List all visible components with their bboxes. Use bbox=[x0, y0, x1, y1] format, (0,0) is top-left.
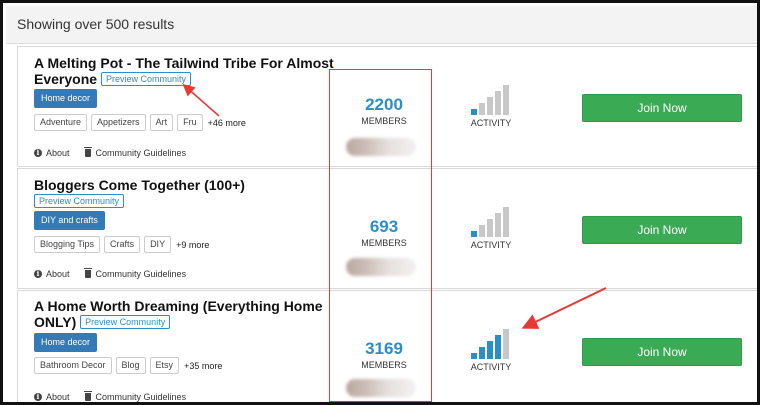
guidelines-link[interactable]: Community Guidelines bbox=[83, 391, 187, 402]
activity-bar bbox=[487, 219, 493, 237]
community-title-text[interactable]: Bloggers Come Together (100+) bbox=[34, 177, 245, 193]
info-icon: i bbox=[34, 393, 42, 401]
tag[interactable]: Bathroom Decor bbox=[34, 357, 112, 374]
tag[interactable]: Blogging Tips bbox=[34, 236, 101, 253]
members-count: 3169 MEMBERS bbox=[338, 339, 430, 370]
screenshot-frame: Showing over 500 results A Melting Pot -… bbox=[0, 0, 760, 405]
join-now-button[interactable]: Join Now bbox=[582, 94, 742, 122]
tag[interactable]: Crafts bbox=[104, 236, 141, 253]
trash-icon bbox=[83, 391, 92, 401]
activity-bar bbox=[487, 97, 493, 115]
activity-indicator: ACTIVITY bbox=[465, 207, 517, 250]
community-title[interactable]: A Home Worth Dreaming (Everything Home O… bbox=[34, 298, 334, 330]
activity-indicator: ACTIVITY bbox=[465, 85, 517, 128]
card-links: i About Community Guidelines bbox=[34, 390, 201, 402]
card-links: i About Community Guidelines bbox=[34, 146, 201, 160]
members-label: MEMBERS bbox=[361, 360, 407, 370]
guidelines-link[interactable]: Community Guidelines bbox=[83, 268, 187, 279]
about-link[interactable]: i About bbox=[34, 148, 70, 158]
about-link-label: About bbox=[46, 392, 70, 402]
tag-list: Bathroom Decor Blog Etsy +35 more bbox=[34, 357, 222, 374]
activity-label: ACTIVITY bbox=[470, 362, 512, 372]
more-tags-link[interactable]: +35 more bbox=[184, 361, 222, 371]
preview-community-button[interactable]: Preview Community bbox=[34, 194, 125, 208]
members-number: 3169 bbox=[365, 339, 403, 358]
guidelines-link-label: Community Guidelines bbox=[95, 392, 187, 402]
about-link[interactable]: i About bbox=[34, 269, 70, 279]
card-links: i About Community Guidelines bbox=[34, 267, 201, 281]
info-icon: i bbox=[34, 149, 42, 157]
community-card: Bloggers Come Together (100+) Preview Co… bbox=[17, 168, 757, 289]
tag[interactable]: Appetizers bbox=[91, 114, 146, 131]
more-tags-link[interactable]: +9 more bbox=[176, 240, 209, 250]
category-badge[interactable]: DIY and crafts bbox=[34, 211, 105, 230]
guidelines-link[interactable]: Community Guidelines bbox=[83, 147, 187, 158]
more-tags-link[interactable]: +46 more bbox=[208, 118, 246, 128]
tag[interactable]: Blog bbox=[115, 357, 146, 374]
activity-bars bbox=[469, 207, 513, 237]
activity-bar bbox=[503, 329, 509, 359]
blurred-avatars bbox=[346, 379, 416, 397]
activity-bar bbox=[487, 341, 493, 359]
activity-label: ACTIVITY bbox=[470, 240, 512, 250]
members-count: 2200 MEMBERS bbox=[338, 95, 430, 126]
guidelines-link-label: Community Guidelines bbox=[95, 148, 187, 158]
members-number: 693 bbox=[369, 217, 399, 236]
about-link[interactable]: i About bbox=[34, 392, 70, 402]
blurred-avatars bbox=[346, 258, 416, 276]
about-link-label: About bbox=[46, 269, 70, 279]
activity-bar bbox=[503, 85, 509, 115]
tag[interactable]: Etsy bbox=[149, 357, 180, 374]
tag[interactable]: Art bbox=[149, 114, 174, 131]
tag-list: Adventure Appetizers Art Fru +46 more bbox=[34, 114, 246, 131]
members-label: MEMBERS bbox=[361, 238, 407, 248]
about-link-label: About bbox=[46, 148, 70, 158]
members-label: MEMBERS bbox=[361, 116, 407, 126]
activity-bars bbox=[469, 329, 513, 359]
results-count-text: Showing over 500 results bbox=[17, 16, 175, 32]
trash-icon bbox=[83, 268, 92, 278]
tag[interactable]: DIY bbox=[144, 236, 172, 253]
activity-bar bbox=[495, 213, 501, 237]
category-badge[interactable]: Home decor bbox=[34, 89, 98, 108]
guidelines-link-label: Community Guidelines bbox=[95, 269, 187, 279]
tag[interactable]: Fru bbox=[177, 114, 203, 131]
community-title[interactable]: A Melting Pot - The Tailwind Tribe For A… bbox=[34, 55, 334, 87]
members-count: 693 MEMBERS bbox=[338, 217, 430, 248]
activity-bar bbox=[471, 231, 477, 237]
tag[interactable]: Adventure bbox=[34, 114, 88, 131]
community-title-text[interactable]: A Home Worth Dreaming (Everything Home O… bbox=[34, 298, 323, 330]
activity-bar bbox=[471, 109, 477, 115]
category-badge[interactable]: Home decor bbox=[34, 333, 98, 352]
activity-bar bbox=[495, 91, 501, 115]
activity-bar bbox=[503, 207, 509, 237]
activity-bars bbox=[469, 85, 513, 115]
info-icon: i bbox=[34, 270, 42, 278]
community-card: A Home Worth Dreaming (Everything Home O… bbox=[17, 290, 757, 402]
activity-bar bbox=[479, 347, 485, 359]
preview-community-button[interactable]: Preview Community bbox=[80, 315, 171, 329]
community-title[interactable]: Bloggers Come Together (100+) Preview Co… bbox=[34, 177, 334, 209]
activity-bar bbox=[479, 103, 485, 115]
members-number: 2200 bbox=[365, 95, 403, 114]
tag-list: Blogging Tips Crafts DIY +9 more bbox=[34, 236, 209, 253]
join-now-button[interactable]: Join Now bbox=[582, 216, 742, 244]
trash-icon bbox=[83, 147, 92, 157]
activity-bar bbox=[471, 353, 477, 359]
activity-bar bbox=[479, 225, 485, 237]
activity-label: ACTIVITY bbox=[470, 118, 512, 128]
join-now-button[interactable]: Join Now bbox=[582, 338, 742, 366]
results-header: Showing over 500 results bbox=[6, 6, 757, 44]
community-card: A Melting Pot - The Tailwind Tribe For A… bbox=[17, 46, 757, 167]
activity-bar bbox=[495, 335, 501, 359]
activity-indicator: ACTIVITY bbox=[465, 329, 517, 372]
preview-community-button[interactable]: Preview Community bbox=[100, 72, 191, 86]
blurred-avatars bbox=[346, 138, 416, 156]
